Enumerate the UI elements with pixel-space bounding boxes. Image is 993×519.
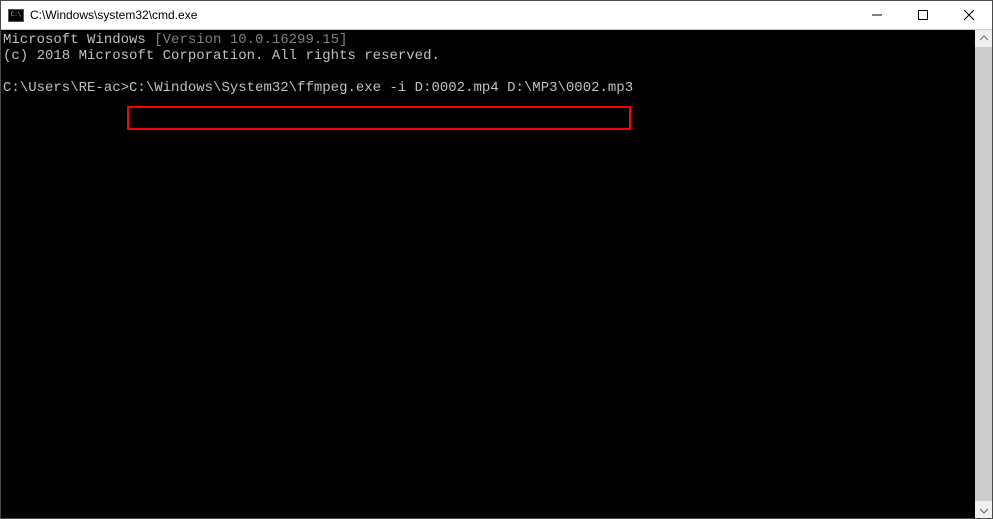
content-area: Microsoft Windows [Version 10.0.16299.15…: [1, 30, 992, 518]
maximize-button[interactable]: [900, 1, 946, 29]
blank-line: [3, 64, 973, 80]
version-text-a: Microsoft Windows: [3, 32, 146, 48]
minimize-icon: [872, 10, 882, 20]
scroll-thumb[interactable]: [975, 47, 992, 501]
copyright-text-b: All rights reserved.: [272, 48, 440, 64]
copyright-text-a: (c) 2018 Microsoft Corporation.: [3, 48, 263, 64]
copyright-line: (c) 2018 Microsoft Corporation. All righ…: [3, 48, 973, 64]
scroll-track[interactable]: [975, 47, 992, 501]
scroll-up-button[interactable]: [975, 30, 992, 47]
version-line: Microsoft Windows [Version 10.0.16299.15…: [3, 32, 973, 48]
annotation-highlight-box: [127, 106, 631, 130]
chevron-up-icon: [980, 35, 988, 43]
prompt-text: C:\Users\RE-ac>: [3, 80, 129, 96]
maximize-icon: [918, 10, 928, 20]
prompt-line: C:\Users\RE-ac>C:\Windows\System32\ffmpe…: [3, 80, 973, 96]
cmd-window: C:\Windows\system32\cmd.exe Microsoft Wi…: [0, 0, 993, 519]
cmd-icon: [8, 9, 24, 22]
chevron-down-icon: [980, 506, 988, 514]
terminal-output[interactable]: Microsoft Windows [Version 10.0.16299.15…: [1, 30, 975, 518]
close-icon: [964, 10, 974, 20]
vertical-scrollbar[interactable]: [975, 30, 992, 518]
minimize-button[interactable]: [854, 1, 900, 29]
window-controls: [854, 1, 992, 29]
version-number: [Version 10.0.16299.15]: [154, 32, 347, 48]
scroll-down-button[interactable]: [975, 501, 992, 518]
close-button[interactable]: [946, 1, 992, 29]
titlebar[interactable]: C:\Windows\system32\cmd.exe: [1, 1, 992, 30]
command-input[interactable]: C:\Windows\System32\ffmpeg.exe -i D:0002…: [129, 80, 633, 96]
window-title: C:\Windows\system32\cmd.exe: [30, 8, 854, 22]
